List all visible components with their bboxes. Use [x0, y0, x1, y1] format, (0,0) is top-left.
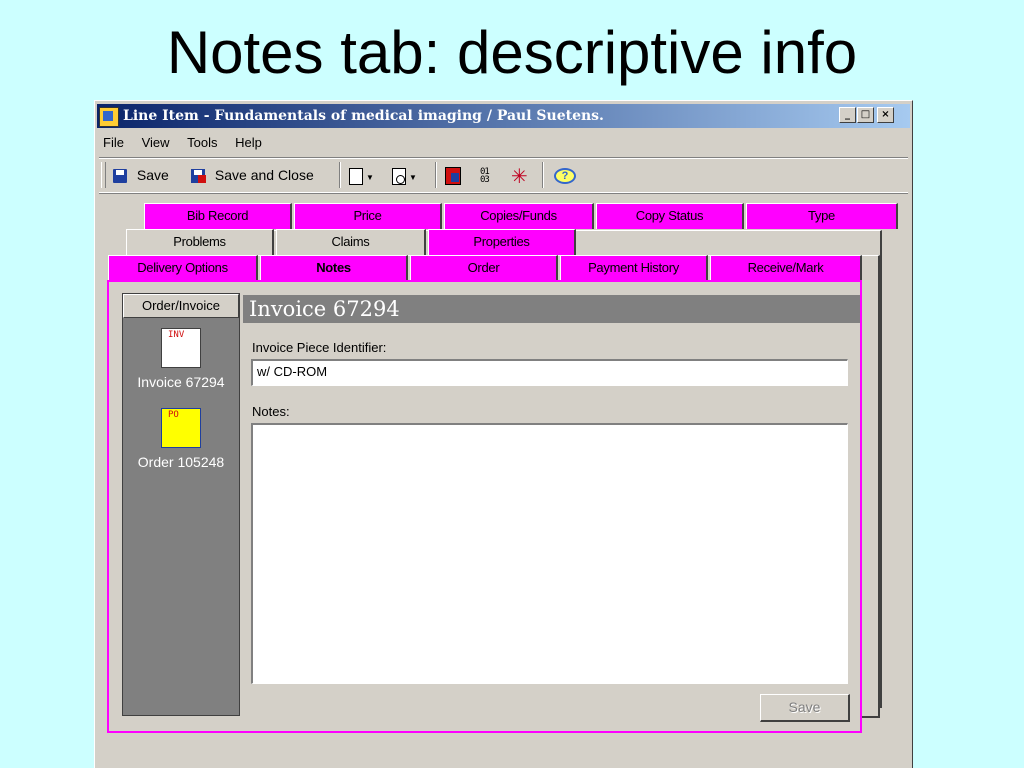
tab-bib-record[interactable]: Bib Record: [144, 203, 292, 229]
order-invoice-sidebar: Order/Invoice INV Invoice 67294 PO Order…: [122, 293, 240, 716]
tab-payment-history[interactable]: Payment History: [560, 255, 708, 281]
new-document-icon: [349, 167, 363, 185]
asterisk-icon: ✳: [511, 164, 528, 189]
barcode-button[interactable]: 01 03: [480, 165, 494, 185]
invoice-doc-icon: INV: [161, 328, 201, 368]
tab-order[interactable]: Order: [410, 255, 558, 281]
copy-button[interactable]: [445, 165, 461, 186]
invoice-icon-text: INV: [168, 330, 185, 340]
toolbar-separator: [339, 162, 341, 188]
tab-copy-status[interactable]: Copy Status: [596, 203, 744, 229]
toolbar-grip[interactable]: [101, 162, 106, 188]
invoice-piece-label: Invoice Piece Identifier:: [252, 340, 387, 355]
toolbar-separator: [542, 162, 544, 188]
tab-problems[interactable]: Problems: [126, 229, 274, 255]
menu-file[interactable]: File: [103, 135, 124, 150]
minimize-button[interactable]: _: [839, 107, 856, 123]
notes-textarea[interactable]: [251, 423, 848, 684]
sidebar-item-label: Invoice 67294: [137, 374, 225, 390]
tab-claims[interactable]: Claims: [276, 229, 426, 255]
print-preview-icon: [392, 167, 406, 185]
tab-copies-funds[interactable]: Copies/Funds: [444, 203, 594, 229]
toolbar: Save Save and Close ▼ ▼ 01 03 ✳ ?: [99, 157, 908, 193]
save-and-close-label: Save and Close: [214, 167, 314, 183]
close-button[interactable]: ×: [877, 107, 894, 123]
menu-help[interactable]: Help: [235, 135, 262, 150]
toolbar-separator: [435, 162, 437, 188]
sidebar-item-invoice[interactable]: INV Invoice 67294: [123, 328, 239, 390]
dropdown-caret-icon[interactable]: ▼: [366, 173, 374, 182]
save-toolbar-button[interactable]: Save: [113, 165, 169, 185]
sidebar-item-label: Order 105248: [137, 454, 225, 470]
save-button[interactable]: Save: [760, 694, 850, 722]
sidebar-item-order[interactable]: PO Order 105248: [123, 408, 239, 470]
menu-view[interactable]: View: [142, 135, 170, 150]
barcode-icon: 01 03: [480, 167, 490, 186]
save-toolbar-label: Save: [136, 167, 169, 183]
save-and-close-button[interactable]: Save and Close: [191, 165, 314, 185]
tab-price[interactable]: Price: [294, 203, 442, 229]
floppy-disk-icon: [113, 169, 127, 184]
maximize-button[interactable]: □: [857, 107, 874, 123]
asterisk-button[interactable]: ✳: [511, 164, 528, 189]
order-icon-text: PO: [168, 410, 179, 420]
tab-delivery-options[interactable]: Delivery Options: [108, 255, 258, 281]
notes-label: Notes:: [252, 404, 290, 419]
invoice-piece-field[interactable]: w/ CD-ROM: [251, 359, 848, 386]
title-bar[interactable]: Line Item - Fundamentals of medical imag…: [97, 104, 910, 128]
menu-bar: File View Tools Help: [95, 131, 912, 155]
dropdown-caret-icon[interactable]: ▼: [409, 173, 417, 182]
sidebar-header: Order/Invoice: [123, 294, 239, 318]
copy-icon: [445, 167, 461, 186]
help-button[interactable]: ?: [554, 165, 576, 185]
help-icon: ?: [554, 168, 576, 185]
invoice-header: Invoice 67294: [243, 295, 860, 323]
window-title: Line Item - Fundamentals of medical imag…: [123, 108, 604, 124]
save-close-icon: [191, 169, 206, 184]
slide-title: Notes tab: descriptive info: [166, 19, 858, 86]
tab-receive-mark[interactable]: Receive/Mark: [710, 255, 862, 281]
app-icon: [99, 107, 119, 127]
order-doc-icon: PO: [161, 408, 201, 448]
tab-type[interactable]: Type: [746, 203, 898, 229]
new-document-button[interactable]: ▼: [349, 165, 374, 185]
tab-properties[interactable]: Properties: [428, 229, 576, 255]
menu-tools[interactable]: Tools: [187, 135, 217, 150]
print-preview-button[interactable]: ▼: [392, 165, 417, 185]
tab-notes[interactable]: Notes: [260, 255, 408, 283]
